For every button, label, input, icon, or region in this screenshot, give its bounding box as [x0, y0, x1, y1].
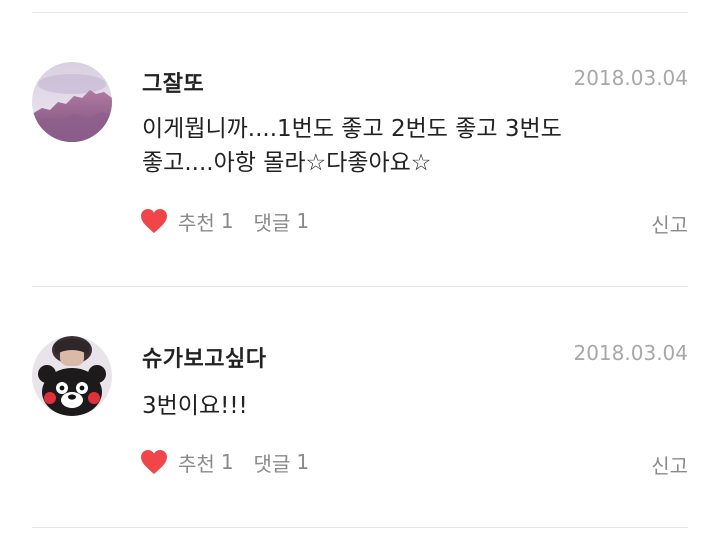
comment-date: 2018.03.04 [573, 66, 688, 90]
reply-label: 댓글 [253, 210, 291, 235]
heart-icon [141, 209, 167, 233]
comment-body: 이게뭡니까....1번도 좋고 2번도 좋고 3번도 좋고....아항 몰라☆다… [142, 112, 622, 180]
like-label: 추천 [178, 210, 215, 235]
comment-body-line: 3번이요!!! [142, 393, 248, 419]
avatar[interactable] [32, 336, 112, 416]
like-count: 1 [220, 209, 234, 233]
reply-count: 1 [296, 450, 310, 474]
comment-author[interactable]: 슈가보고싶다 [142, 341, 266, 373]
comment-author[interactable]: 그잘또 [142, 66, 204, 98]
mountain-landscape-avatar [32, 62, 112, 142]
comment-body: 3번이요!!! [142, 389, 622, 423]
comment-body-line: 좋고....아항 몰라☆다좋아요☆ [142, 150, 432, 176]
like-button[interactable]: 추천 1 [140, 207, 234, 236]
report-button[interactable]: 신고 [651, 209, 688, 238]
comment-body-line: 이게뭡니까....1번도 좋고 2번도 좋고 3번도 [142, 116, 562, 142]
divider-top [32, 12, 688, 13]
divider [32, 286, 688, 287]
avatar[interactable] [32, 62, 112, 142]
comment-actions: 추천 1 댓글 1 [140, 206, 309, 236]
like-button[interactable]: 추천 1 [140, 448, 234, 477]
reply-button[interactable]: 댓글 1 [254, 448, 310, 477]
divider-bottom [32, 527, 688, 528]
report-button[interactable]: 신고 [651, 450, 688, 479]
reply-label: 댓글 [253, 451, 291, 476]
person-bear-costume-avatar [32, 336, 112, 416]
like-count: 1 [220, 450, 234, 474]
comment-date: 2018.03.04 [573, 341, 688, 365]
heart-icon [141, 450, 167, 474]
like-label: 추천 [178, 451, 215, 476]
comment-actions: 추천 1 댓글 1 [140, 447, 309, 477]
reply-button[interactable]: 댓글 1 [254, 207, 310, 236]
reply-count: 1 [296, 209, 310, 233]
